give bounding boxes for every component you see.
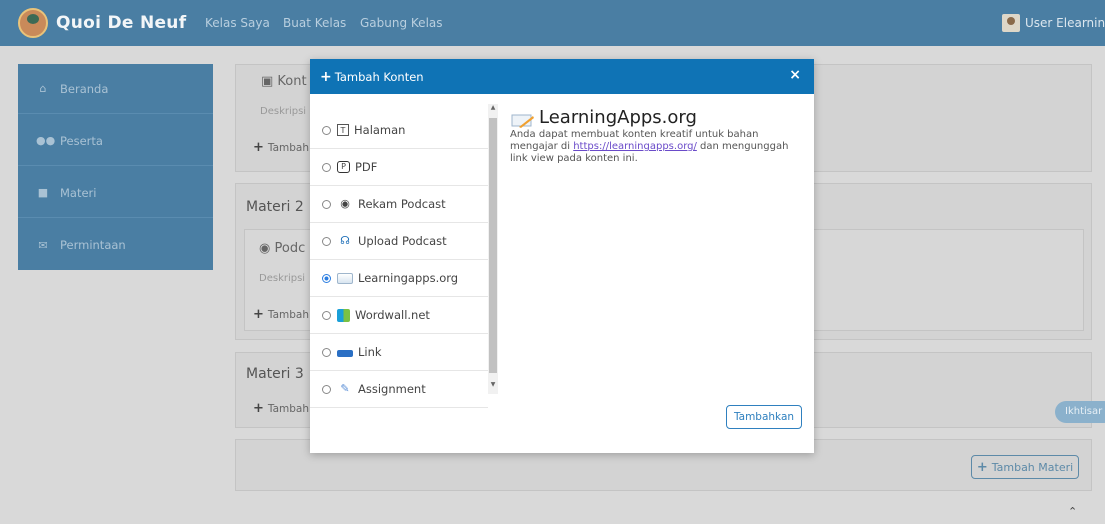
materi-title: Materi 3	[246, 366, 304, 382]
mail-icon: ✉	[38, 238, 48, 252]
radio[interactable]	[322, 310, 331, 320]
learningapps-icon	[337, 272, 353, 284]
microphone-icon: ◉	[340, 197, 350, 210]
plus-icon: +	[253, 140, 264, 155]
radio[interactable]	[322, 236, 331, 246]
learningapps-link[interactable]: https://learningapps.org/	[573, 141, 697, 152]
option-assignment[interactable]: ✎ Assignment	[310, 371, 488, 408]
nav-link-kelas-saya[interactable]: Kelas Saya	[205, 16, 270, 30]
radio[interactable]	[322, 125, 331, 135]
add-materi-button[interactable]: + Tambah Materi	[971, 455, 1079, 479]
page-icon: ▣	[261, 74, 278, 89]
content-title[interactable]: ▣ Kont	[261, 74, 307, 89]
detail-title: LearningApps.org	[539, 107, 697, 128]
sidebar-item-label: Peserta	[60, 133, 103, 148]
option-learningapps[interactable]: Learningapps.org	[310, 260, 488, 297]
option-wordwall[interactable]: Wordwall.net	[310, 297, 488, 334]
add-content-link[interactable]: + Tambah	[253, 401, 309, 416]
users-icon: ●●	[36, 134, 56, 147]
option-pdf[interactable]: P PDF	[310, 149, 488, 186]
content-title[interactable]: ◉ Podc	[259, 241, 305, 256]
plus-icon: +	[253, 307, 264, 322]
user-menu[interactable]: User Elearning	[1025, 16, 1105, 30]
assignment-icon: ✎	[340, 382, 350, 395]
learningapps-logo-icon	[511, 114, 534, 128]
materials-icon: ■	[37, 186, 49, 199]
home-icon: ⌂	[39, 82, 47, 95]
page-icon: T	[337, 124, 349, 136]
plus-icon: +	[320, 69, 332, 85]
content-type-list: T Halaman P PDF ◉ Rekam Podcast ☊ Upload…	[310, 94, 488, 457]
sidebar-item-label: Materi	[60, 185, 97, 200]
scroll-up-icon[interactable]: ▲	[489, 104, 497, 111]
close-icon[interactable]: ×	[789, 67, 801, 83]
sidebar-item-label: Permintaan	[60, 238, 126, 252]
headset-icon: ☊	[340, 234, 350, 247]
scroll-down-icon[interactable]: ▼	[489, 381, 497, 388]
option-upload-podcast[interactable]: ☊ Upload Podcast	[310, 223, 488, 260]
detail-description: Anda dapat membuat konten kreatif untuk …	[510, 129, 789, 164]
pdf-icon: P	[337, 161, 350, 173]
nav-link-buat-kelas[interactable]: Buat Kelas	[283, 16, 346, 30]
radio[interactable]	[322, 384, 331, 394]
option-link[interactable]: Link	[310, 334, 488, 371]
materi-title: Materi 2	[246, 199, 304, 215]
sidebar-item-beranda[interactable]: ⌂ Beranda	[18, 64, 213, 114]
sidebar-item-label: Beranda	[60, 81, 109, 96]
plus-icon: +	[253, 401, 264, 416]
microphone-icon: ◉	[259, 241, 275, 256]
options-scrollbar[interactable]: ▲ ▼	[488, 104, 498, 394]
brand-title[interactable]: Quoi De Neuf	[56, 13, 186, 33]
plus-icon: +	[976, 459, 988, 475]
modal-title: + Tambah Konten	[320, 69, 424, 85]
radio-selected[interactable]	[322, 273, 331, 283]
sidebar-item-materi[interactable]: ■ Materi	[18, 168, 213, 218]
radio[interactable]	[322, 199, 331, 209]
submit-button[interactable]: Tambahkan	[726, 405, 802, 429]
option-rekam-podcast[interactable]: ◉ Rekam Podcast	[310, 186, 488, 223]
add-content-modal: + Tambah Konten × T Halaman P PDF ◉ Rekam…	[310, 59, 814, 453]
wordwall-icon	[337, 308, 350, 322]
content-description: Deskripsi	[260, 106, 307, 117]
link-icon	[337, 349, 353, 357]
add-content-link[interactable]: + Tambah	[253, 140, 309, 155]
add-content-link[interactable]: + Tambah	[253, 307, 309, 322]
ikhtisar-button[interactable]: Ikhtisar	[1055, 401, 1105, 423]
nav-link-gabung-kelas[interactable]: Gabung Kelas	[360, 16, 443, 30]
radio[interactable]	[322, 347, 331, 357]
sidebar-item-peserta[interactable]: ●● Peserta	[18, 116, 213, 166]
sidebar-item-permintaan[interactable]: ✉ Permintaan	[18, 220, 213, 270]
option-halaman[interactable]: T Halaman	[310, 112, 488, 149]
user-avatar-icon[interactable]	[1002, 14, 1020, 32]
scroll-top-icon[interactable]: ⌃	[1068, 505, 1077, 518]
content-description: Deskripsi	[259, 273, 306, 284]
brand-logo[interactable]	[18, 8, 48, 38]
modal-header: + Tambah Konten ×	[310, 59, 814, 94]
navbar: Quoi De Neuf Kelas Saya Buat Kelas Gabun…	[0, 0, 1105, 46]
sidebar: ⌂ Beranda ●● Peserta ■ Materi ✉ Perminta…	[18, 64, 213, 270]
radio[interactable]	[322, 162, 331, 172]
scroll-thumb[interactable]	[489, 118, 497, 373]
